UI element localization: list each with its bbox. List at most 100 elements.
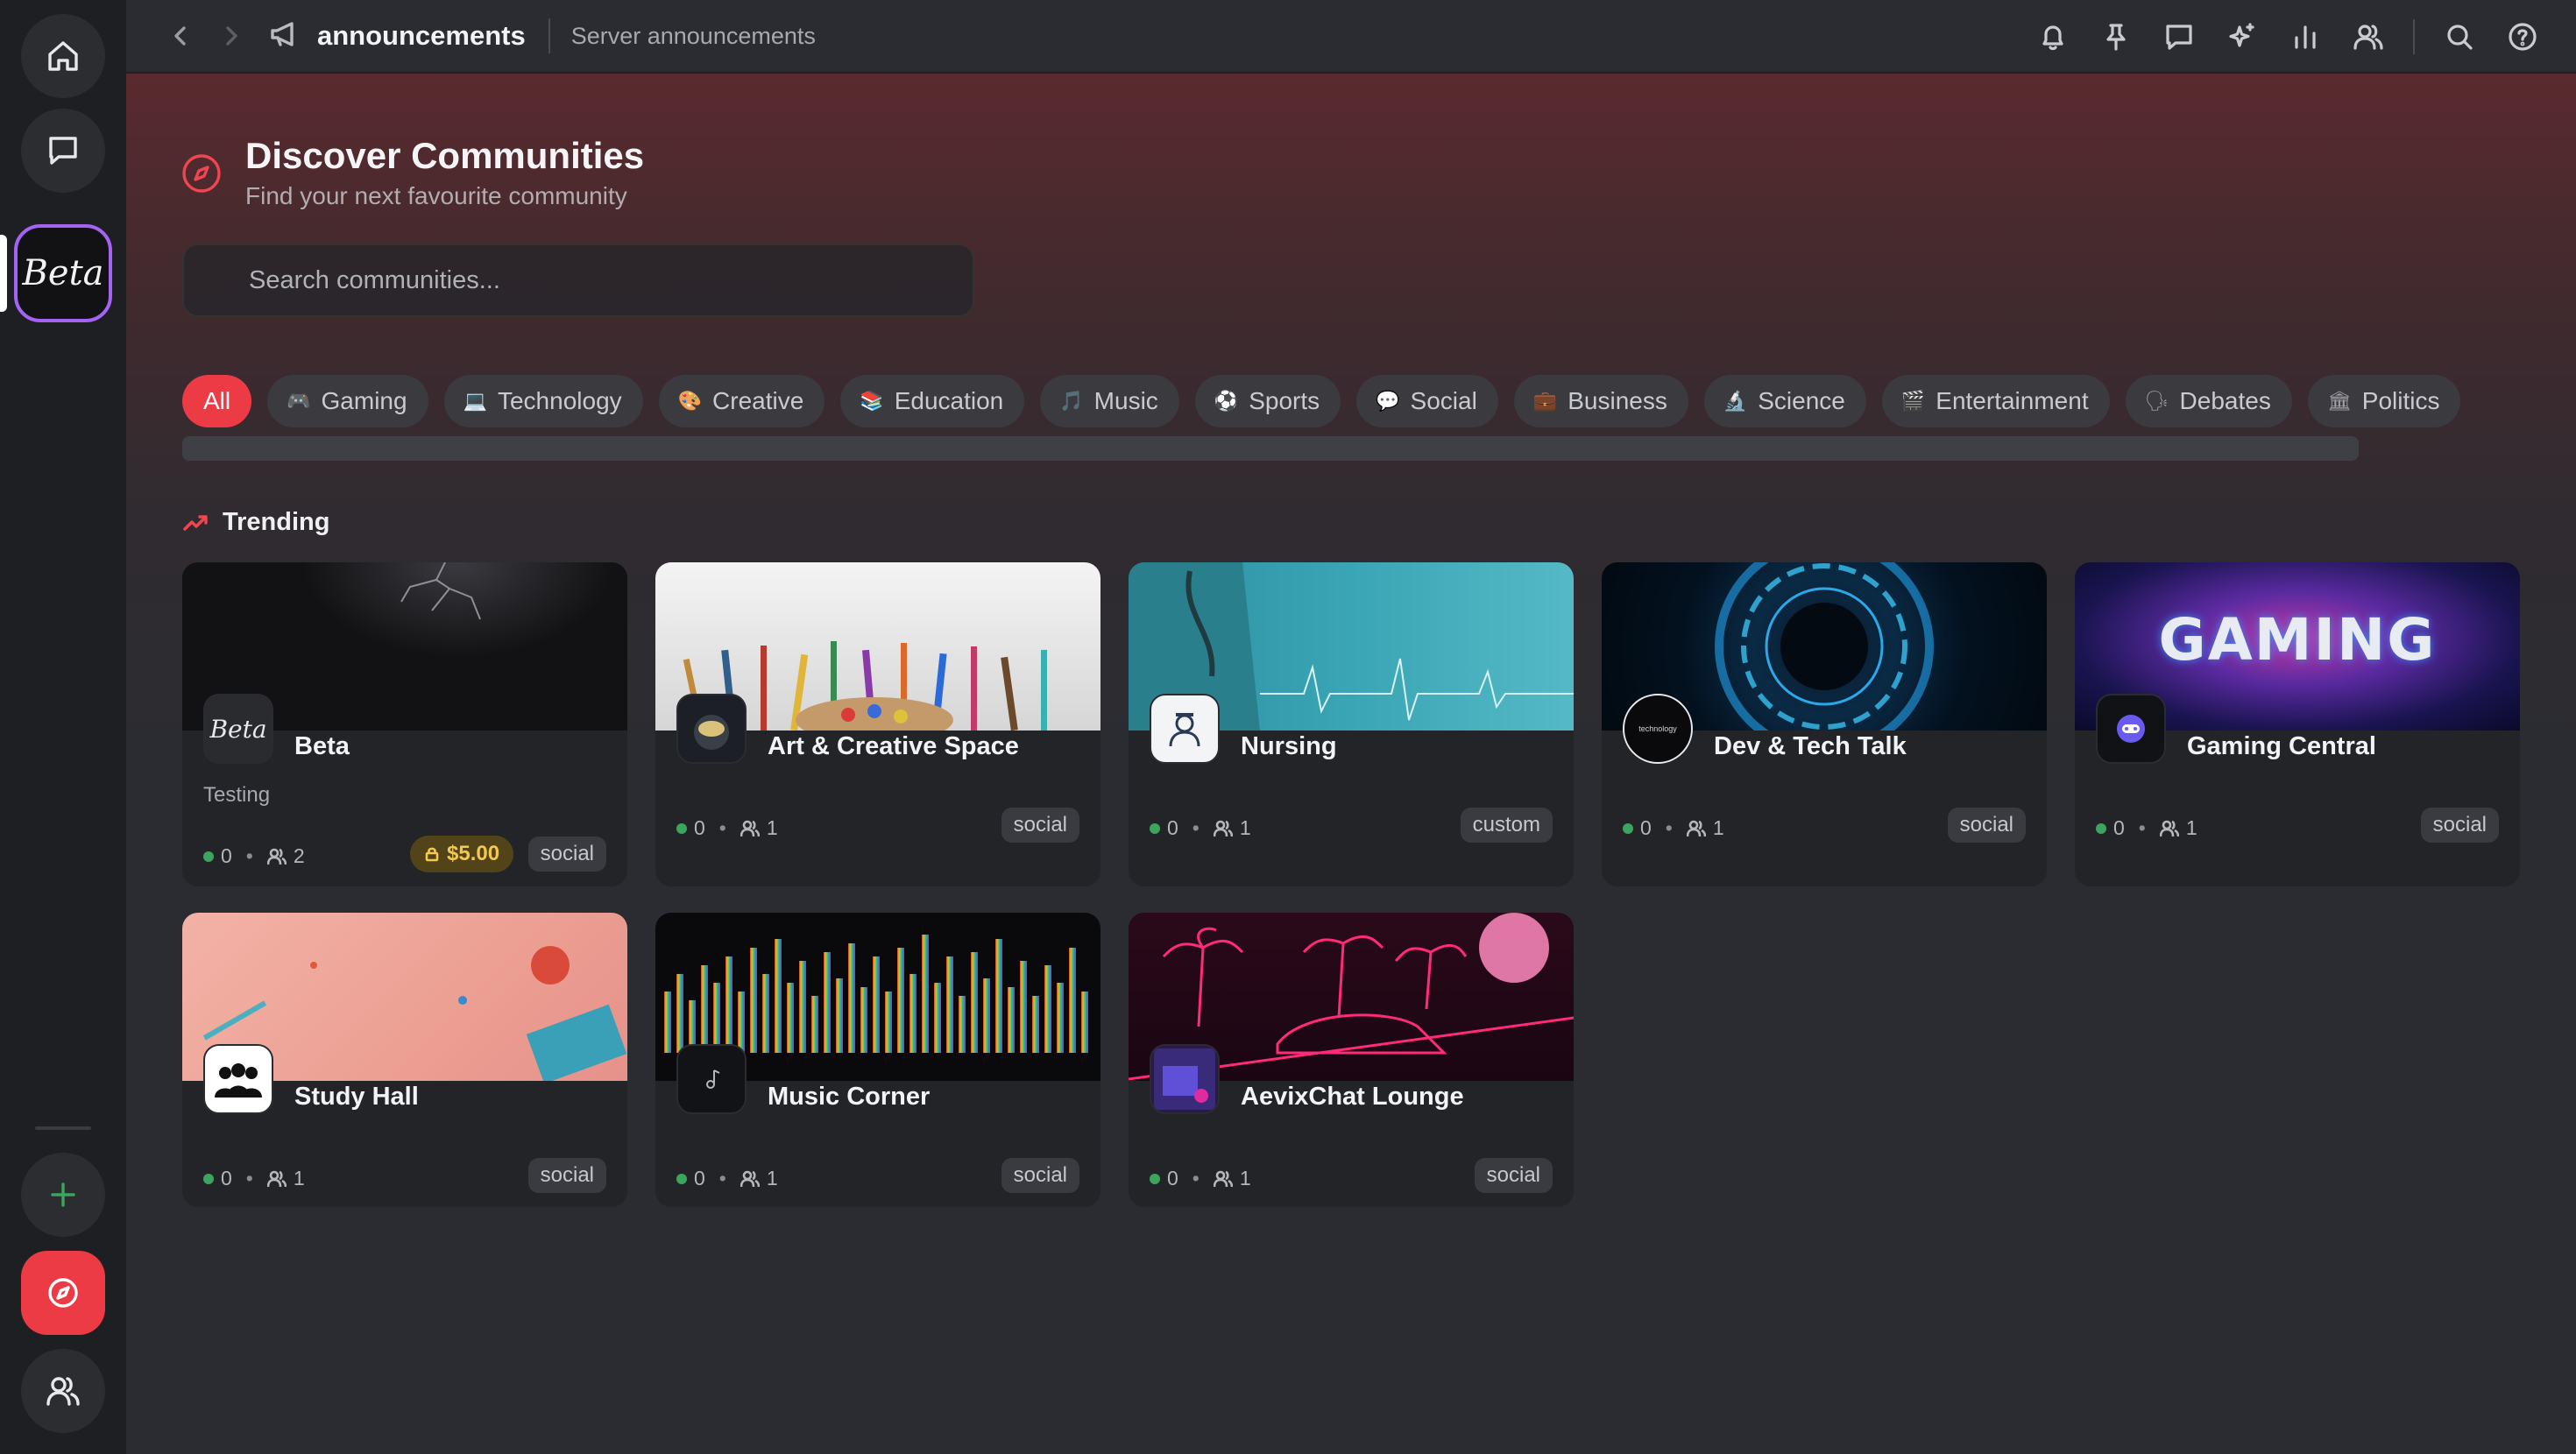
community-avatar: Beta (203, 694, 273, 764)
notifications-button[interactable] (2035, 18, 2071, 55)
add-server-button[interactable] (21, 1153, 105, 1237)
books-icon: 📚 (860, 390, 884, 412)
members-icon (740, 820, 760, 836)
ai-assistant-button[interactable] (2224, 18, 2261, 55)
member-count: 1 (766, 1167, 778, 1189)
bullet-separator: • (1192, 1167, 1200, 1189)
category-label: Music (1093, 387, 1158, 414)
community-card[interactable]: Art & Creative Space 0 • 1 social (655, 562, 1100, 886)
community-card[interactable]: Music Corner 0 • 1 social (655, 913, 1100, 1207)
category-tag: social (1947, 808, 2026, 843)
community-avatar (203, 1044, 273, 1114)
threads-button[interactable] (2161, 18, 2197, 55)
community-card[interactable]: Nursing 0 • 1 custom (1129, 562, 1574, 886)
members-icon (740, 1170, 760, 1187)
online-dot (203, 851, 214, 862)
member-count: 1 (766, 816, 778, 839)
category-creative[interactable]: 🎨 Creative (658, 375, 825, 427)
help-button[interactable] (2504, 18, 2541, 55)
classical-building-icon: 🏛 (2326, 390, 2352, 412)
online-dot (1623, 822, 1633, 834)
member-count: 1 (293, 1167, 305, 1189)
category-all[interactable]: All (182, 375, 252, 427)
community-card[interactable]: Beta Beta Testing 0 • 2 $5.00 social (182, 562, 627, 886)
search-button[interactable] (2441, 18, 2478, 55)
category-technology[interactable]: 💻 Technology (443, 375, 643, 427)
community-stats: 0 • 2 (203, 844, 305, 868)
community-avatar: technology (1623, 694, 1693, 764)
online-count: 0 (694, 1167, 705, 1189)
sparkles-icon (2229, 23, 2254, 47)
discover-button[interactable] (21, 1251, 105, 1335)
category-debates[interactable]: 🗣 Debates (2125, 375, 2292, 427)
category-social[interactable]: 💬 Social (1356, 375, 1498, 427)
community-stats: 0 • 1 (1150, 816, 1251, 840)
community-name: Study Hall (294, 1083, 419, 1111)
online-count: 0 (1167, 1167, 1178, 1189)
community-name: Gaming Central (2187, 732, 2376, 760)
home-button[interactable] (21, 14, 105, 98)
pinned-messages-button[interactable] (2098, 18, 2134, 55)
community-stats: 0 • 1 (676, 1167, 778, 1190)
bullet-separator: • (718, 1167, 726, 1189)
community-card[interactable]: technology Dev & Tech Talk 0 • 1 social (1602, 562, 2047, 886)
top-bar: announcements Server announcements (126, 0, 2576, 74)
category-politics[interactable]: 🏛 Politics (2307, 375, 2461, 427)
category-music[interactable]: 🎵 Music (1040, 375, 1179, 427)
soccer-ball-icon: ⚽ (1214, 390, 1239, 412)
laptop-icon: 💻 (463, 390, 487, 412)
community-stats: 0 • 1 (1150, 1167, 1251, 1190)
back-button[interactable] (163, 18, 198, 53)
category-science[interactable]: 🔬 Science (1703, 375, 1866, 427)
trending-label: Trending (223, 508, 330, 536)
member-list-button[interactable] (2350, 18, 2387, 55)
category-entertainment[interactable]: 🎬 Entertainment (1881, 375, 2110, 427)
members-icon (266, 848, 287, 865)
members-icon (2159, 820, 2179, 836)
category-business[interactable]: 💼 Business (1513, 375, 1688, 427)
bullet-separator: • (2138, 816, 2146, 839)
friends-button[interactable] (21, 1349, 105, 1433)
trending-heading: Trending (182, 508, 329, 537)
category-tag: custom (1460, 808, 1553, 843)
forward-button[interactable] (214, 18, 249, 53)
community-card[interactable]: Study Hall 0 • 1 social (182, 913, 627, 1207)
category-gaming[interactable]: 🎮 Gaming (267, 375, 428, 427)
server-icon-label: Beta (22, 253, 104, 293)
gamepad-icon: 🎮 (287, 390, 311, 412)
community-stats: 0 • 1 (203, 1167, 305, 1190)
stats-button[interactable] (2287, 18, 2324, 55)
category-filters: All 🎮 Gaming 💻 Technology 🎨 Creative 📚 Educa… (182, 375, 2461, 427)
community-avatar (1150, 1044, 1220, 1114)
online-dot (1150, 1173, 1160, 1184)
community-card[interactable]: AevixChat Lounge 0 • 1 social (1129, 913, 1574, 1207)
server-icon-beta[interactable]: Beta (14, 224, 112, 322)
bar-chart-icon (2295, 25, 2316, 49)
category-label: Science (1758, 387, 1845, 414)
bullet-separator: • (718, 816, 726, 839)
category-label: Creative (712, 387, 804, 414)
category-tag: social (1001, 1158, 1079, 1193)
direct-messages-button[interactable] (21, 109, 105, 193)
community-card[interactable]: GAMING Gaming Central 0 • 1 social (2075, 562, 2520, 886)
plus-icon (51, 1182, 75, 1207)
online-count: 0 (1167, 816, 1178, 839)
gamepad-avatar-image (2117, 715, 2145, 743)
category-sports[interactable]: ⚽ Sports (1194, 375, 1341, 427)
members-icon (266, 1170, 287, 1187)
category-tag: social (1474, 1158, 1553, 1193)
category-label: Sports (1249, 387, 1320, 414)
toolbar-divider (2413, 19, 2415, 54)
member-count: 1 (1712, 816, 1724, 839)
page-subtitle: Find your next favourite community (245, 182, 627, 209)
community-name: Nursing (1241, 732, 1337, 760)
members-icon (1686, 820, 1706, 836)
category-scrollbar[interactable] (182, 436, 2359, 461)
price-label: $5.00 (447, 842, 500, 865)
category-education[interactable]: 📚 Education (840, 375, 1025, 427)
search-input[interactable] (249, 265, 973, 295)
category-label: Business (1568, 387, 1667, 414)
community-stats: 0 • 1 (2096, 816, 2197, 840)
community-avatar (2096, 694, 2166, 764)
community-stats: 0 • 1 (1623, 816, 1724, 840)
